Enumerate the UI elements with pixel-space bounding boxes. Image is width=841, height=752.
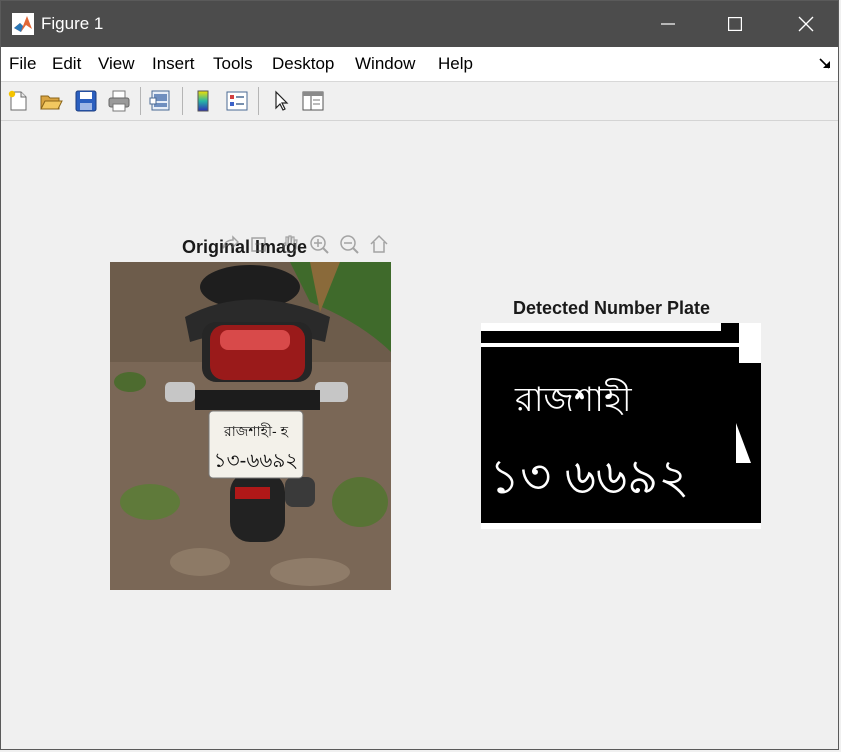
new-figure-button[interactable]	[4, 87, 32, 115]
axes2-title: Detected Number Plate	[513, 298, 711, 318]
dock-arrow-icon[interactable]	[818, 57, 832, 71]
zoom-in-button[interactable]	[306, 231, 332, 257]
plate-text-line1: রাজশাহী- হ	[223, 423, 289, 439]
colorbar-icon	[197, 90, 209, 112]
export-icon	[221, 235, 239, 251]
bw-text-line2: ১৩ ৬৬৯২	[489, 451, 689, 504]
zoom-out-icon	[340, 235, 359, 254]
edit-plot-icon	[275, 90, 289, 111]
open-file-icon	[40, 95, 63, 110]
close-button[interactable]	[772, 1, 840, 47]
menu-help[interactable]: Help	[438, 54, 473, 74]
window-title: Figure 1	[41, 14, 104, 33]
save-icon	[75, 90, 97, 112]
zoom-out-button[interactable]	[336, 231, 362, 257]
pan-icon	[282, 235, 298, 253]
property-inspector-button[interactable]	[299, 87, 327, 115]
matlab-logo-icon	[12, 13, 34, 35]
brush-icon	[251, 237, 266, 252]
menu-tools[interactable]: Tools	[213, 54, 253, 74]
toolbar-separator	[258, 87, 259, 115]
edit-plot-button[interactable]	[267, 87, 295, 115]
minimize-icon	[661, 23, 675, 25]
print-icon	[108, 90, 130, 112]
axes-toolbar	[216, 231, 392, 259]
maximize-icon	[728, 17, 742, 31]
new-figure-icon	[8, 90, 27, 111]
toolbar-separator	[140, 87, 141, 115]
legend-button[interactable]	[223, 87, 251, 115]
detected-plate-image: রাজশাহী ১৩ ৬৬৯২	[481, 323, 761, 529]
menu-bar: File Edit View Insert Tools Desktop Wind…	[1, 47, 838, 82]
menu-edit[interactable]: Edit	[52, 54, 81, 74]
property-inspector-icon	[302, 91, 324, 111]
menu-insert[interactable]: Insert	[152, 54, 195, 74]
home-button[interactable]	[366, 231, 392, 257]
figure-toolbar	[1, 82, 838, 121]
colorbar-button[interactable]	[189, 87, 217, 115]
figure-window: Figure 1 File Edit View Insert Tools Des…	[0, 0, 839, 750]
home-icon	[370, 234, 388, 253]
legend-icon	[226, 91, 248, 111]
pan-button[interactable]	[276, 231, 302, 257]
original-image: রাজশাহী- হ ১৩-৬৬৯২	[110, 262, 391, 590]
menu-view[interactable]: View	[98, 54, 135, 74]
menu-file[interactable]: File	[9, 54, 36, 74]
motorcycle-photo: রাজশাহী- হ ১৩-৬৬৯২	[110, 262, 391, 590]
menu-window[interactable]: Window	[355, 54, 415, 74]
title-bar: Figure 1	[1, 1, 838, 47]
toolbar-separator	[182, 87, 183, 115]
zoom-in-icon	[310, 235, 329, 254]
maximize-button[interactable]	[701, 1, 769, 47]
menu-desktop[interactable]: Desktop	[272, 54, 334, 74]
print-button[interactable]	[105, 87, 133, 115]
close-icon	[798, 16, 814, 32]
bw-text-line1: রাজশাহী	[514, 378, 633, 419]
link-plot-icon	[149, 90, 170, 111]
export-button[interactable]	[216, 231, 242, 257]
open-file-button[interactable]	[37, 87, 65, 115]
brush-button[interactable]	[246, 231, 272, 257]
minimize-button[interactable]	[634, 1, 702, 47]
plate-text-line2: ১৩-৬৬৯২	[214, 450, 299, 472]
save-button[interactable]	[72, 87, 100, 115]
link-plot-button[interactable]	[147, 87, 175, 115]
binarized-plate: রাজশাহী ১৩ ৬৬৯২	[481, 323, 761, 529]
